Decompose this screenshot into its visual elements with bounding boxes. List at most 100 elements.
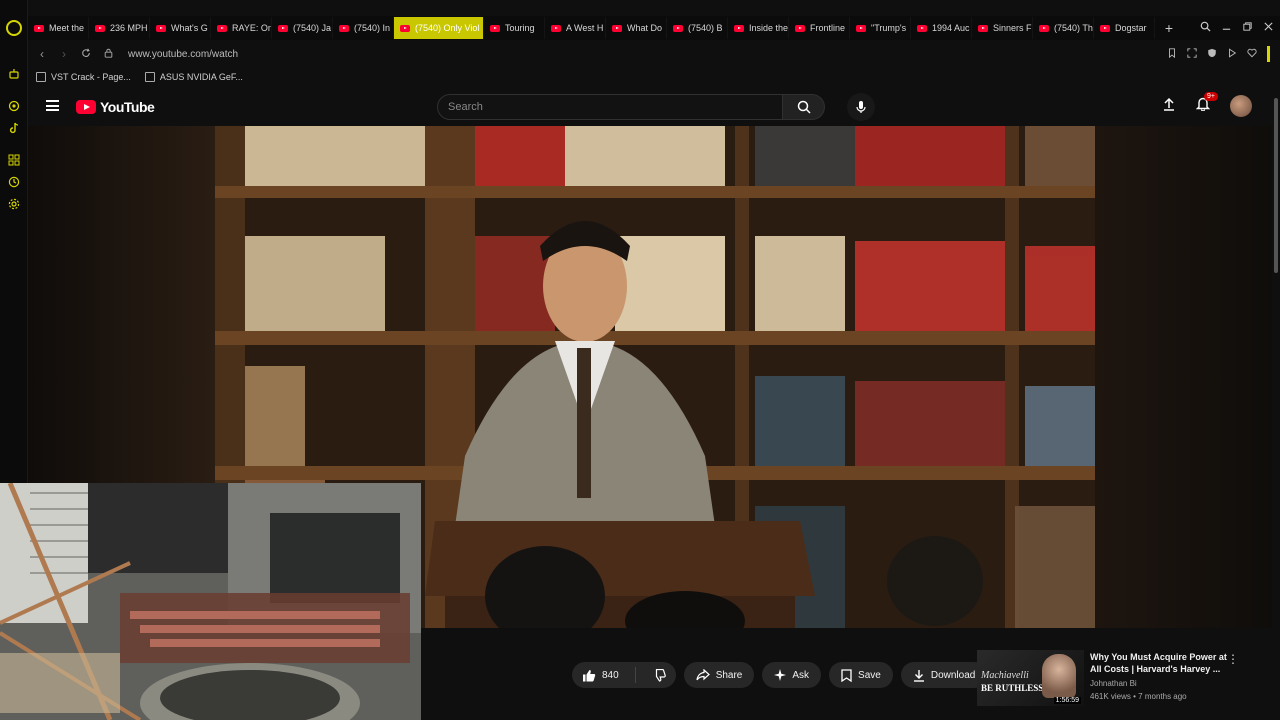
screenshot-icon[interactable]: [1187, 47, 1197, 61]
browser-tab[interactable]: RAYE: On: [211, 17, 272, 39]
share-icon: [696, 669, 710, 681]
thumbnail-text-line2: BE RUTHLESS: [981, 683, 1044, 693]
browser-tab[interactable]: Meet the: [28, 17, 89, 39]
heart-icon[interactable]: [1247, 48, 1257, 61]
browser-logo-icon[interactable]: [6, 20, 22, 36]
youtube-logo[interactable]: YouTube: [76, 99, 155, 115]
tiktok-icon[interactable]: [6, 120, 22, 136]
share-label: Share: [715, 669, 743, 681]
openai-icon[interactable]: [6, 98, 22, 114]
shield-icon[interactable]: [1207, 48, 1217, 61]
youtube-favicon-icon: [278, 24, 288, 32]
lock-icon[interactable]: [102, 47, 114, 61]
bookmark-item[interactable]: VST Crack - Page...: [36, 72, 131, 82]
ask-button[interactable]: Ask: [762, 662, 822, 688]
recommended-title[interactable]: Why You Must Acquire Power at All Costs …: [1090, 651, 1230, 675]
like-dislike-group: 840: [572, 662, 676, 688]
account-avatar[interactable]: [1230, 95, 1252, 117]
settings-gear-icon[interactable]: [6, 196, 22, 212]
youtube-favicon-icon: [400, 24, 410, 32]
thumbs-down-icon: [655, 668, 666, 682]
video-duration: 1:56:59: [1053, 697, 1081, 704]
browser-tab[interactable]: (7540) In: [333, 17, 394, 39]
tab-strip: Meet the 236 MPH What's G RAYE: On (7540…: [28, 16, 1280, 40]
youtube-favicon-icon: [1100, 24, 1110, 32]
youtube-favicon-icon: [34, 24, 44, 32]
voice-search-button[interactable]: [847, 93, 875, 121]
browser-tab[interactable]: What Do: [606, 17, 667, 39]
minimize-icon[interactable]: [1221, 21, 1232, 35]
bookmark-item[interactable]: ASUS NVIDIA GeF...: [144, 72, 243, 82]
sparkle-icon: [774, 669, 787, 681]
apps-grid-icon[interactable]: [6, 152, 22, 168]
back-arrow-icon[interactable]: ‹: [36, 47, 48, 61]
thumbnail-text-line1: Machiavelli: [981, 670, 1029, 681]
browser-tab[interactable]: Frontline: [789, 17, 850, 39]
youtube-favicon-icon: [673, 24, 683, 32]
browser-tab[interactable]: 1994 Auc: [911, 17, 972, 39]
ask-label: Ask: [792, 669, 810, 681]
address-bar: ‹ › www.youtube.com/watch: [28, 42, 1280, 66]
search-input[interactable]: [437, 94, 783, 120]
scrollbar-thumb[interactable]: [1274, 98, 1278, 273]
play-icon[interactable]: [1227, 47, 1237, 61]
search-tabs-icon[interactable]: [1200, 21, 1211, 35]
save-button[interactable]: Save: [829, 662, 893, 688]
browser-tab[interactable]: (7540) Th: [1033, 17, 1094, 39]
youtube-favicon-icon: [1039, 24, 1049, 32]
reload-icon[interactable]: [80, 47, 92, 61]
kebab-menu-icon[interactable]: ⋮: [1227, 652, 1239, 666]
search-button[interactable]: [783, 94, 825, 120]
browser-tab[interactable]: A West H: [545, 17, 606, 39]
menu-hamburger-icon[interactable]: [46, 100, 59, 111]
sidebar-toggle-accent[interactable]: [1267, 46, 1270, 62]
browser-tab[interactable]: Touring: [484, 17, 545, 39]
search-box: [437, 94, 825, 120]
close-icon[interactable]: [1263, 21, 1274, 35]
upload-icon[interactable]: [1162, 97, 1176, 116]
youtube-favicon-icon: [734, 24, 744, 32]
like-button[interactable]: 840: [572, 662, 629, 688]
youtube-favicon-icon: [339, 24, 349, 32]
recommended-video[interactable]: Machiavelli BE RUTHLESS 1:56:59 Why You …: [977, 650, 1267, 706]
youtube-play-icon: [76, 100, 96, 114]
download-label: Download: [930, 669, 976, 681]
like-count: 840: [602, 669, 619, 681]
browser-tab[interactable]: (7540) B: [667, 17, 728, 39]
share-button[interactable]: Share: [683, 662, 755, 688]
logo-text: YouTube: [100, 99, 155, 115]
url-field[interactable]: www.youtube.com/watch: [128, 49, 238, 60]
header-actions: 9+: [1162, 92, 1252, 117]
recommended-channel[interactable]: Johnathan Bi: [1090, 679, 1137, 688]
bookmark-label: ASUS NVIDIA GeF...: [159, 72, 243, 82]
webcam-overlay: [0, 483, 421, 720]
search-icon: [797, 100, 811, 114]
dislike-button[interactable]: [642, 662, 676, 688]
bot-icon[interactable]: [6, 66, 22, 82]
browser-tab[interactable]: What's G: [150, 17, 211, 39]
thumbnail-portrait: [1042, 654, 1076, 698]
history-icon[interactable]: [6, 174, 22, 190]
recommended-thumbnail[interactable]: Machiavelli BE RUTHLESS 1:56:59: [977, 650, 1084, 706]
youtube-favicon-icon: [917, 24, 927, 32]
microphone-icon: [856, 101, 866, 113]
browser-tab[interactable]: Dogstar: [1094, 17, 1155, 39]
browser-tab-active[interactable]: (7540) Only Viol: [394, 17, 484, 39]
forward-arrow-icon[interactable]: ›: [58, 47, 70, 61]
video-actions: 840 Share Ask Save Download: [572, 662, 1022, 688]
download-button[interactable]: Download: [900, 662, 988, 688]
browser-tab[interactable]: (7540) Ja: [272, 17, 333, 39]
browser-tab[interactable]: 236 MPH: [89, 17, 150, 39]
browser-tab[interactable]: Inside the: [728, 17, 789, 39]
bookmark-icon[interactable]: [1167, 47, 1177, 61]
browser-tab[interactable]: Sinners F: [972, 17, 1033, 39]
notifications-button[interactable]: 9+: [1195, 92, 1218, 116]
notification-count-badge: 9+: [1204, 92, 1218, 101]
video-letterbox-right: [1095, 126, 1272, 628]
new-tab-plus-icon[interactable]: +: [1159, 17, 1179, 39]
restore-icon[interactable]: [1242, 21, 1253, 35]
browser-tab[interactable]: "Trump's: [850, 17, 911, 39]
page-scrollbar[interactable]: [1272, 88, 1280, 720]
youtube-favicon-icon: [551, 24, 561, 32]
page-icon: [36, 72, 46, 82]
